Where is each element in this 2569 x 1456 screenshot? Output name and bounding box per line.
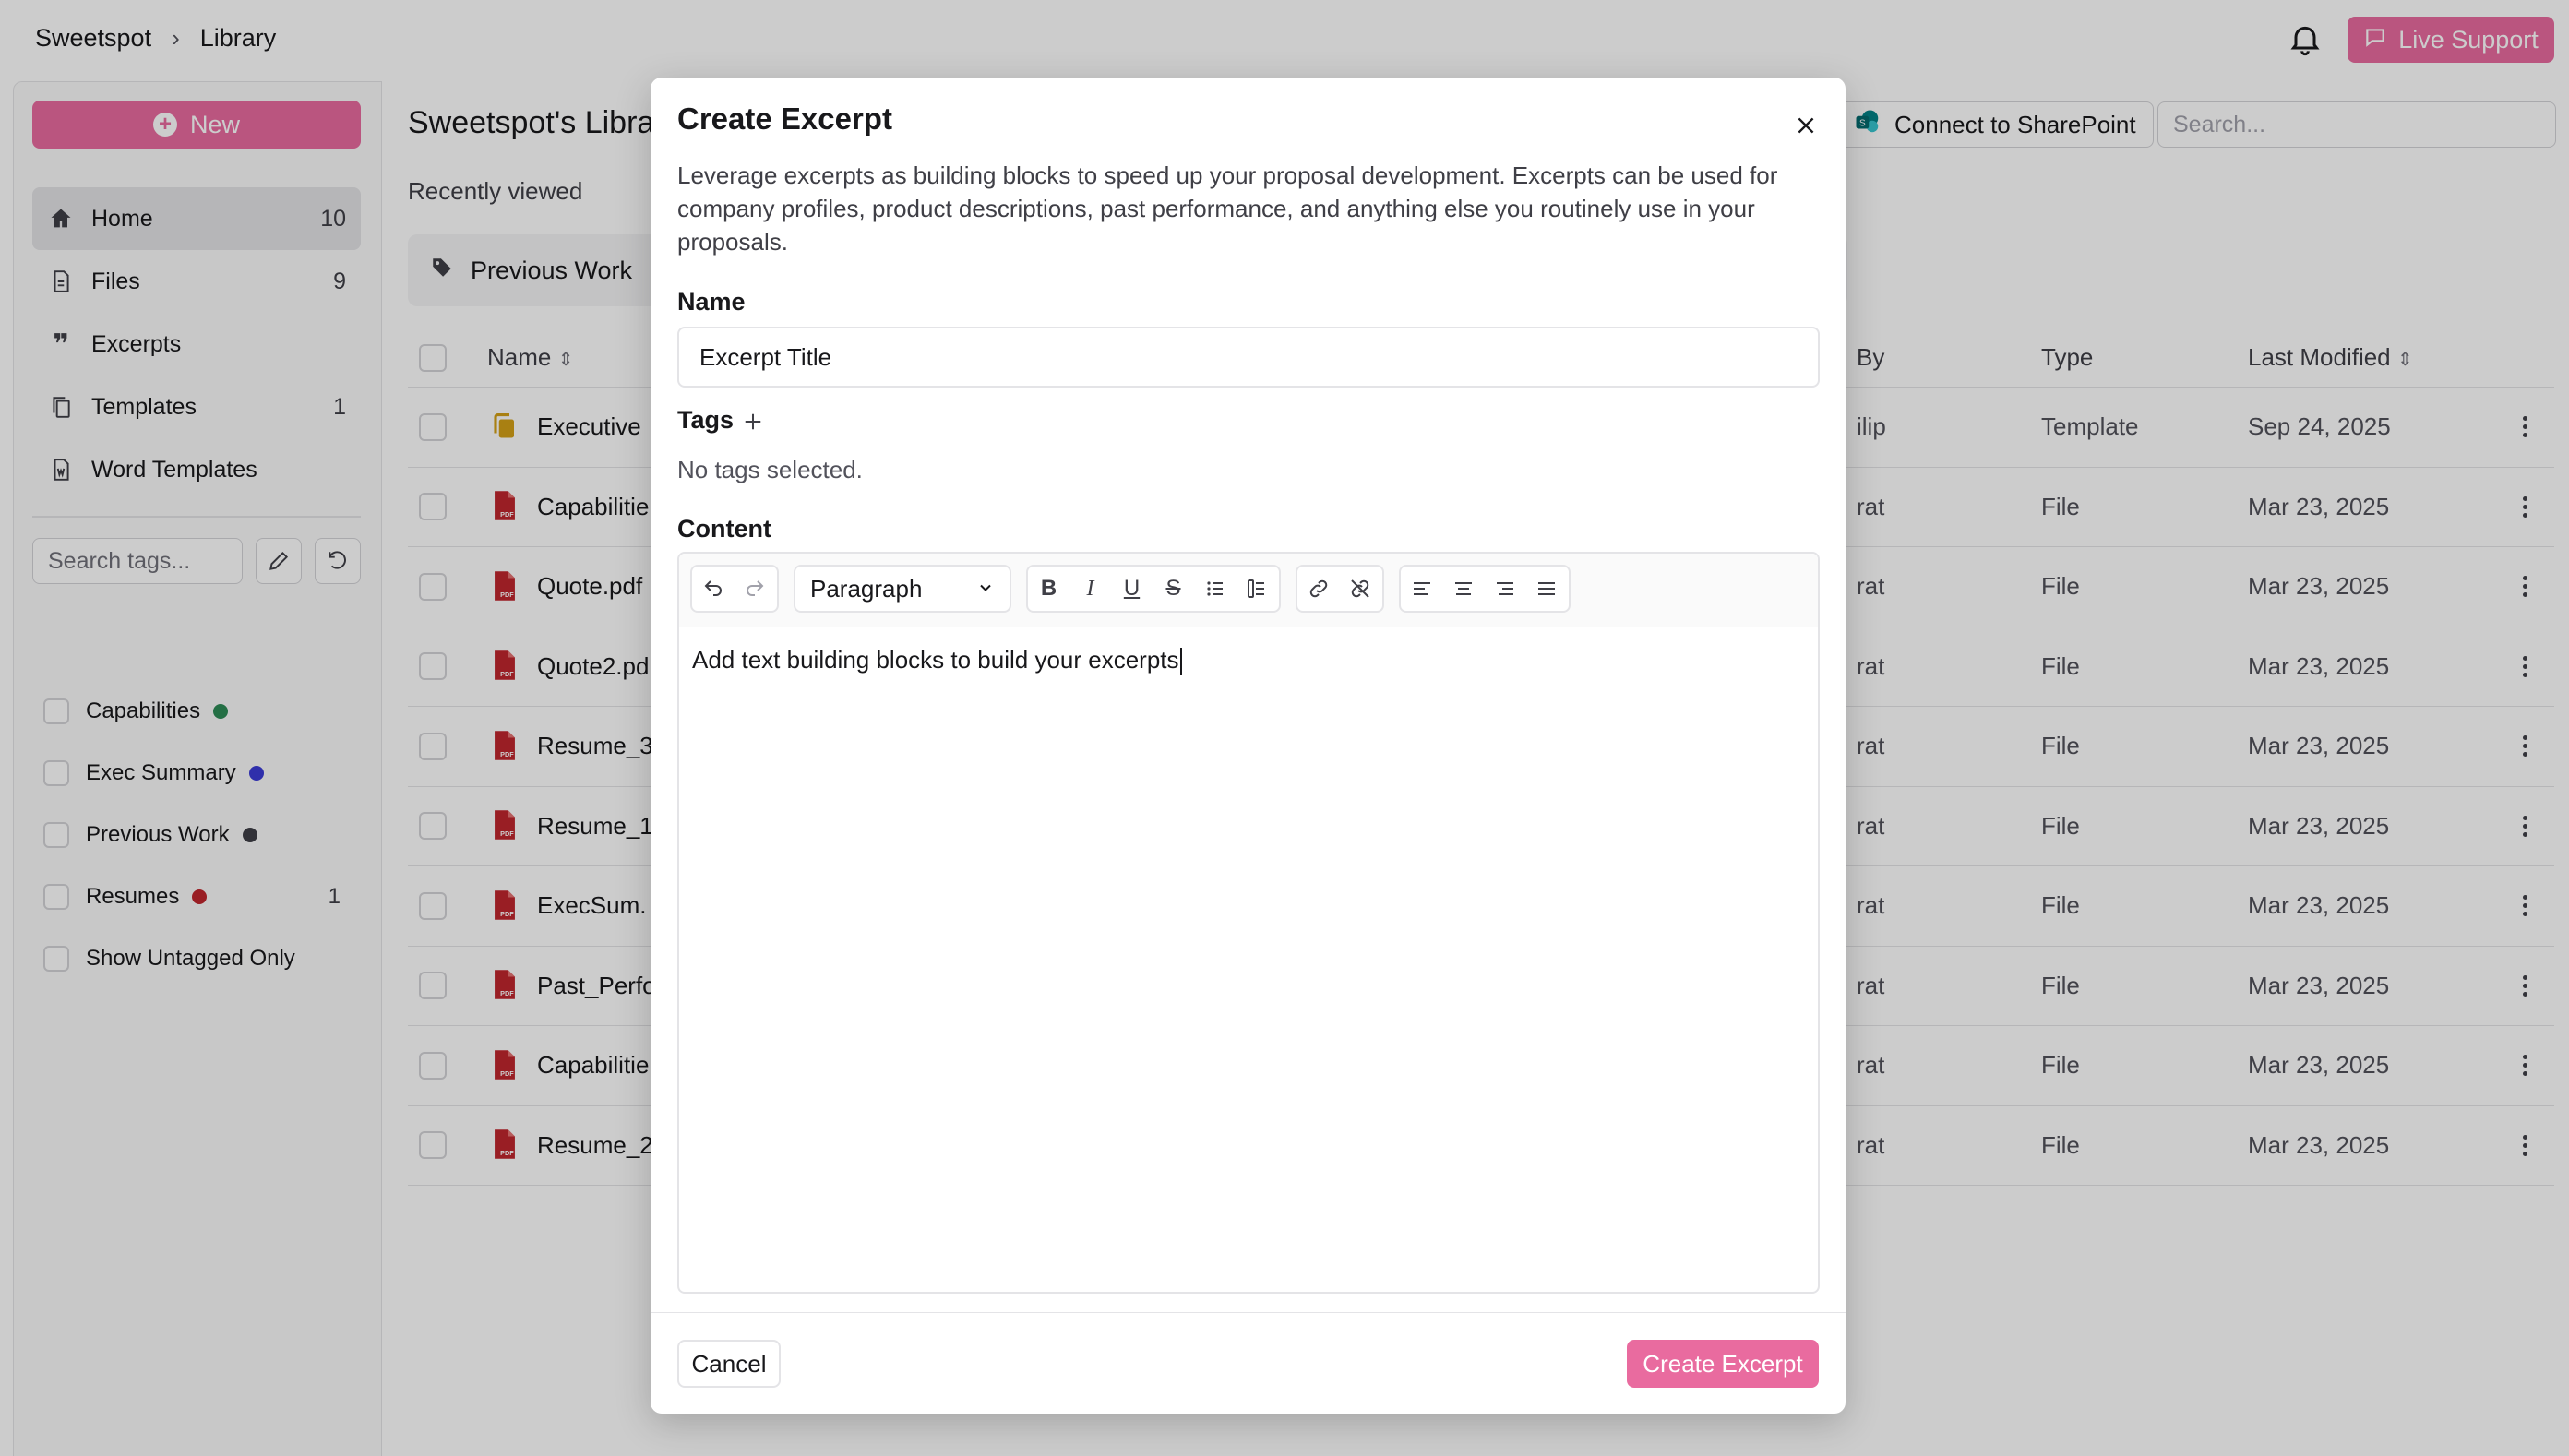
name-input[interactable]: Excerpt Title: [677, 327, 1820, 388]
bullet-list-icon[interactable]: [1194, 567, 1236, 611]
numbered-list-icon[interactable]: [1236, 567, 1277, 611]
history-group: [690, 565, 779, 613]
name-label: Name: [677, 288, 746, 316]
divider: [651, 1312, 1846, 1313]
align-right-icon[interactable]: [1484, 567, 1525, 611]
app-root: Sweetspot › Library Live Support + New H…: [0, 0, 2569, 1456]
content-label: Content: [677, 515, 771, 543]
editor-content[interactable]: Add text building blocks to build your e…: [692, 646, 1182, 676]
create-excerpt-dialog: Create Excerpt Leverage excerpts as buil…: [651, 78, 1846, 1414]
dialog-description: Leverage excerpts as building blocks to …: [677, 161, 1778, 256]
align-justify-icon[interactable]: [1525, 567, 1567, 611]
tags-label: Tags: [677, 406, 735, 434]
rich-text-editor: Paragraph B I U S Add text building bloc…: [677, 552, 1820, 1294]
create-excerpt-button[interactable]: Create Excerpt: [1627, 1340, 1819, 1388]
align-center-icon[interactable]: [1442, 567, 1484, 611]
align-left-icon[interactable]: [1401, 567, 1442, 611]
format-group: B I U S: [1026, 565, 1281, 613]
undo-icon[interactable]: [692, 567, 734, 611]
editor-text: Add text building blocks to build your e…: [692, 646, 1179, 674]
close-icon[interactable]: [1789, 109, 1822, 142]
bold-icon[interactable]: B: [1028, 567, 1069, 611]
add-tag-icon[interactable]: [739, 408, 767, 436]
chevron-down-icon: [976, 575, 995, 603]
unlink-icon[interactable]: [1339, 567, 1380, 611]
link-group: [1296, 565, 1384, 613]
cancel-button[interactable]: Cancel: [677, 1340, 781, 1388]
underline-icon[interactable]: U: [1111, 567, 1153, 611]
align-group: [1399, 565, 1571, 613]
editor-toolbar: Paragraph B I U S: [679, 554, 1818, 627]
paragraph-select-value: Paragraph: [810, 574, 923, 603]
text-caret: [1179, 648, 1182, 676]
no-tags-text: No tags selected.: [677, 456, 863, 483]
italic-icon[interactable]: I: [1069, 567, 1111, 611]
strikethrough-icon[interactable]: S: [1153, 567, 1194, 611]
paragraph-select[interactable]: Paragraph: [794, 565, 1011, 613]
dialog-title: Create Excerpt: [677, 101, 892, 136]
redo-icon[interactable]: [734, 567, 775, 611]
link-icon[interactable]: [1297, 567, 1339, 611]
